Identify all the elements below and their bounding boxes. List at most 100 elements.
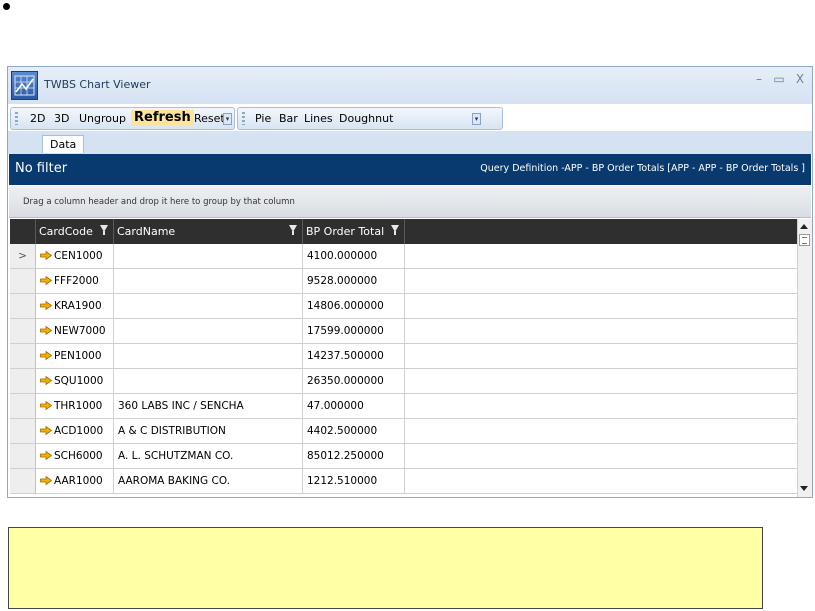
arrow-right-icon[interactable] (40, 450, 54, 462)
row-selector[interactable] (10, 419, 36, 444)
toolbar-grip[interactable] (15, 112, 18, 125)
table-row[interactable]: PEN1000 14237.500000 (10, 344, 797, 369)
group-panel[interactable]: Drag a column header and drop it here to… (9, 186, 811, 218)
cell-cardname[interactable]: A. L. SCHUTZMAN CO. (114, 444, 303, 469)
row-selector[interactable] (10, 394, 36, 419)
cell-cardcode[interactable]: THR1000 (36, 394, 114, 419)
cell-cardname[interactable] (114, 344, 303, 369)
toolbar-overflow-dropdown[interactable]: ▾ (472, 113, 481, 125)
cell-cardcode[interactable]: NEW7000 (36, 319, 114, 344)
toolbar-view: 2D 3D Ungroup Refresh Reset ▾ (10, 107, 235, 130)
arrow-right-icon[interactable] (40, 250, 54, 262)
filter-icon[interactable] (289, 225, 297, 235)
row-selector[interactable] (10, 469, 36, 494)
pie-button[interactable]: Pie (253, 111, 273, 127)
arrow-right-icon[interactable] (40, 425, 54, 437)
cardcode-text: KRA1900 (54, 300, 102, 312)
button-2d[interactable]: 2D (28, 111, 47, 127)
column-header-cardname[interactable]: CardName (114, 219, 303, 244)
cell-cardname[interactable]: AAROMA BAKING CO. (114, 469, 303, 494)
vertical-scrollbar[interactable] (797, 219, 812, 497)
cell-bp-order-total[interactable]: 14237.500000 (303, 344, 405, 369)
cell-cardname[interactable] (114, 269, 303, 294)
cell-bp-order-total[interactable]: 9528.000000 (303, 269, 405, 294)
cell-bp-order-total[interactable]: 47.000000 (303, 394, 405, 419)
refresh-button[interactable]: Refresh (131, 110, 194, 126)
ungroup-button[interactable]: Ungroup (77, 111, 128, 127)
cell-cardname[interactable] (114, 244, 303, 269)
cell-cardname[interactable]: 360 LABS INC / SENCHA (114, 394, 303, 419)
row-selector[interactable] (10, 294, 36, 319)
table-row[interactable]: NEW7000 17599.000000 (10, 319, 797, 344)
doughnut-button[interactable]: Doughnut (337, 111, 395, 127)
column-header-label: CardCode (39, 225, 93, 238)
minimize-button[interactable]: – (751, 72, 767, 86)
row-selector[interactable]: > (10, 244, 36, 269)
reset-button[interactable]: Reset (192, 111, 227, 127)
arrow-right-icon[interactable] (40, 475, 54, 487)
cell-cardcode[interactable]: PEN1000 (36, 344, 114, 369)
maximize-button[interactable]: ▭ (771, 72, 787, 86)
cell-cardcode[interactable]: SCH6000 (36, 444, 114, 469)
table-row[interactable]: AAR1000 AAROMA BAKING CO. 1212.510000 (10, 469, 797, 494)
arrow-right-icon[interactable] (40, 350, 54, 362)
toolbar-overflow-dropdown[interactable]: ▾ (223, 113, 232, 125)
column-header-cardcode[interactable]: CardCode (36, 219, 114, 244)
cell-bp-order-total[interactable]: 1212.510000 (303, 469, 405, 494)
arrow-right-icon[interactable] (40, 400, 54, 412)
cell-cardcode[interactable]: SQU1000 (36, 369, 114, 394)
table-row[interactable]: KRA1900 14806.000000 (10, 294, 797, 319)
bar-button[interactable]: Bar (277, 111, 300, 127)
cell-bp-order-total[interactable]: 4100.000000 (303, 244, 405, 269)
column-header-bp-order-total[interactable]: BP Order Total (303, 219, 405, 244)
cardcode-text: AAR1000 (54, 475, 103, 487)
table-row[interactable]: SQU1000 26350.000000 (10, 369, 797, 394)
cell-cardcode[interactable]: FFF2000 (36, 269, 114, 294)
cell-cardcode[interactable]: CEN1000 (36, 244, 114, 269)
cell-cardname[interactable] (114, 319, 303, 344)
arrow-right-icon[interactable] (40, 375, 54, 387)
cell-cardname[interactable] (114, 294, 303, 319)
table-row[interactable]: FFF2000 9528.000000 (10, 269, 797, 294)
chart-viewer-window: TWBS Chart Viewer – ▭ X 2D 3D Ungroup Re… (7, 66, 813, 498)
arrow-right-icon[interactable] (40, 300, 54, 312)
scroll-thumb[interactable] (799, 234, 810, 246)
tab-data[interactable]: Data (42, 135, 85, 153)
table-row[interactable]: ACD1000 A & C DISTRIBUTION 4402.500000 (10, 419, 797, 444)
table-row[interactable]: THR1000 360 LABS INC / SENCHA 47.000000 (10, 394, 797, 419)
cardcode-text: NEW7000 (54, 325, 106, 337)
cell-filler (405, 269, 797, 294)
row-selector[interactable] (10, 344, 36, 369)
filter-icon[interactable] (100, 225, 108, 235)
arrow-right-icon[interactable] (40, 325, 54, 337)
arrow-right-icon[interactable] (40, 275, 54, 287)
filter-icon[interactable] (391, 225, 399, 235)
scroll-down-arrow-icon[interactable] (800, 486, 808, 491)
cell-bp-order-total[interactable]: 17599.000000 (303, 319, 405, 344)
cell-cardname[interactable] (114, 369, 303, 394)
cell-cardname[interactable]: A & C DISTRIBUTION (114, 419, 303, 444)
cell-bp-order-total[interactable]: 4402.500000 (303, 419, 405, 444)
row-selector[interactable] (10, 319, 36, 344)
cell-filler (405, 244, 797, 269)
row-selector[interactable] (10, 269, 36, 294)
cell-cardcode[interactable]: AAR1000 (36, 469, 114, 494)
close-button[interactable]: X (792, 72, 808, 86)
button-3d[interactable]: 3D (52, 111, 71, 127)
table-row[interactable]: SCH6000 A. L. SCHUTZMAN CO. 85012.250000 (10, 444, 797, 469)
data-grid: CardCode CardName BP Order Total > CEN100… (10, 219, 797, 496)
row-selector[interactable] (10, 444, 36, 469)
cardcode-text: SCH6000 (54, 450, 103, 462)
toolbar-grip[interactable] (242, 112, 245, 125)
cell-bp-order-total[interactable]: 85012.250000 (303, 444, 405, 469)
cell-filler (405, 394, 797, 419)
row-selector[interactable] (10, 369, 36, 394)
table-row[interactable]: > CEN1000 4100.000000 (10, 244, 797, 269)
lines-button[interactable]: Lines (302, 111, 335, 127)
cell-bp-order-total[interactable]: 14806.000000 (303, 294, 405, 319)
cell-cardcode[interactable]: ACD1000 (36, 419, 114, 444)
scroll-up-arrow-icon[interactable] (800, 224, 808, 229)
cell-bp-order-total[interactable]: 26350.000000 (303, 369, 405, 394)
cell-cardcode[interactable]: KRA1900 (36, 294, 114, 319)
cell-filler (405, 419, 797, 444)
